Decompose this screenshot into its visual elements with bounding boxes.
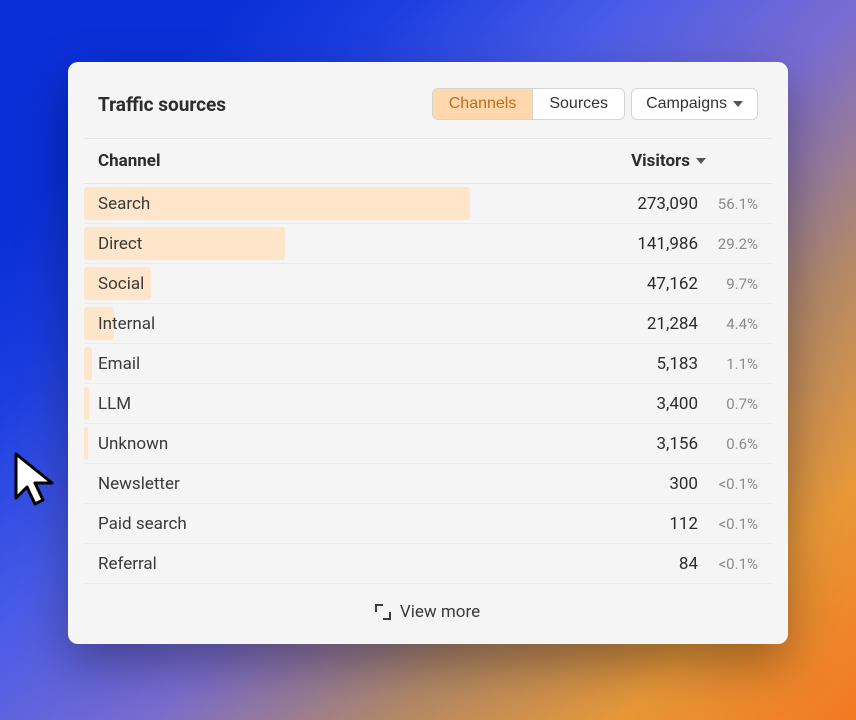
- table-row[interactable]: Search273,090 56.1%: [84, 184, 772, 224]
- bar-fill: [84, 427, 88, 460]
- table-row[interactable]: LLM3,400 0.7%: [84, 384, 772, 424]
- percent-value: <0.1%: [706, 555, 758, 573]
- tab-campaigns-dropdown[interactable]: Campaigns: [631, 88, 758, 120]
- table-row[interactable]: Internal21,284 4.4%: [84, 304, 772, 344]
- table-body: Search273,090 56.1% Direct141,986 29.2% Soci…: [84, 184, 772, 584]
- card-title: Traffic sources: [98, 93, 226, 116]
- visitors-value: 300: [618, 474, 698, 494]
- visitors-value: 3,156: [618, 434, 698, 454]
- sort-descending-icon: [696, 158, 706, 164]
- segmented-control: Channels Sources: [432, 88, 625, 120]
- percent-value: <0.1%: [706, 515, 758, 533]
- visitors-value: 21,284: [618, 314, 698, 334]
- tab-group: Channels Sources Campaigns: [432, 88, 758, 120]
- table-header: Channel Visitors: [84, 138, 772, 184]
- view-more-label: View more: [400, 602, 480, 622]
- card-header: Traffic sources Channels Sources Campaig…: [84, 78, 772, 138]
- column-visitors-label: Visitors: [631, 151, 690, 171]
- visitors-value: 273,090: [618, 194, 698, 214]
- tab-campaigns-label: Campaigns: [646, 95, 727, 113]
- table-row[interactable]: Email5,183 1.1%: [84, 344, 772, 384]
- percent-value: 0.6%: [706, 435, 758, 453]
- channel-name: Newsletter: [98, 474, 618, 494]
- tab-channels[interactable]: Channels: [433, 89, 533, 119]
- traffic-sources-card: Traffic sources Channels Sources Campaig…: [68, 62, 788, 644]
- tab-sources[interactable]: Sources: [532, 89, 624, 119]
- channel-name: LLM: [98, 394, 618, 414]
- visitors-value: 3,400: [618, 394, 698, 414]
- channel-name: Paid search: [98, 514, 618, 534]
- column-channel[interactable]: Channel: [98, 151, 160, 171]
- table-row[interactable]: Newsletter300 <0.1%: [84, 464, 772, 504]
- table-row[interactable]: Direct141,986 29.2%: [84, 224, 772, 264]
- percent-value: 9.7%: [706, 275, 758, 293]
- mouse-cursor-icon: [14, 452, 62, 510]
- table-row[interactable]: Paid search112 <0.1%: [84, 504, 772, 544]
- percent-value: 0.7%: [706, 395, 758, 413]
- channel-name: Direct: [98, 234, 618, 254]
- bar-fill: [84, 387, 89, 420]
- percent-value: 4.4%: [706, 315, 758, 333]
- table-row[interactable]: Referral84 <0.1%: [84, 544, 772, 584]
- expand-icon: [376, 605, 390, 619]
- channel-name: Social: [98, 274, 618, 294]
- caret-down-icon: [733, 101, 743, 107]
- visitors-value: 5,183: [618, 354, 698, 374]
- table-row[interactable]: Unknown3,156 0.6%: [84, 424, 772, 464]
- percent-value: 1.1%: [706, 355, 758, 373]
- percent-value: 29.2%: [706, 235, 758, 253]
- channel-name: Internal: [98, 314, 618, 334]
- visitors-value: 112: [618, 514, 698, 534]
- percent-value: 56.1%: [706, 195, 758, 213]
- view-more-button[interactable]: View more: [84, 584, 772, 634]
- visitors-value: 141,986: [618, 234, 698, 254]
- channel-name: Search: [98, 194, 618, 214]
- channel-name: Referral: [98, 554, 618, 574]
- visitors-value: 84: [618, 554, 698, 574]
- bar-fill: [84, 347, 92, 380]
- channel-name: Email: [98, 354, 618, 374]
- channel-name: Unknown: [98, 434, 618, 454]
- visitors-value: 47,162: [618, 274, 698, 294]
- percent-value: <0.1%: [706, 475, 758, 493]
- column-visitors[interactable]: Visitors: [631, 151, 706, 171]
- table-row[interactable]: Social47,162 9.7%: [84, 264, 772, 304]
